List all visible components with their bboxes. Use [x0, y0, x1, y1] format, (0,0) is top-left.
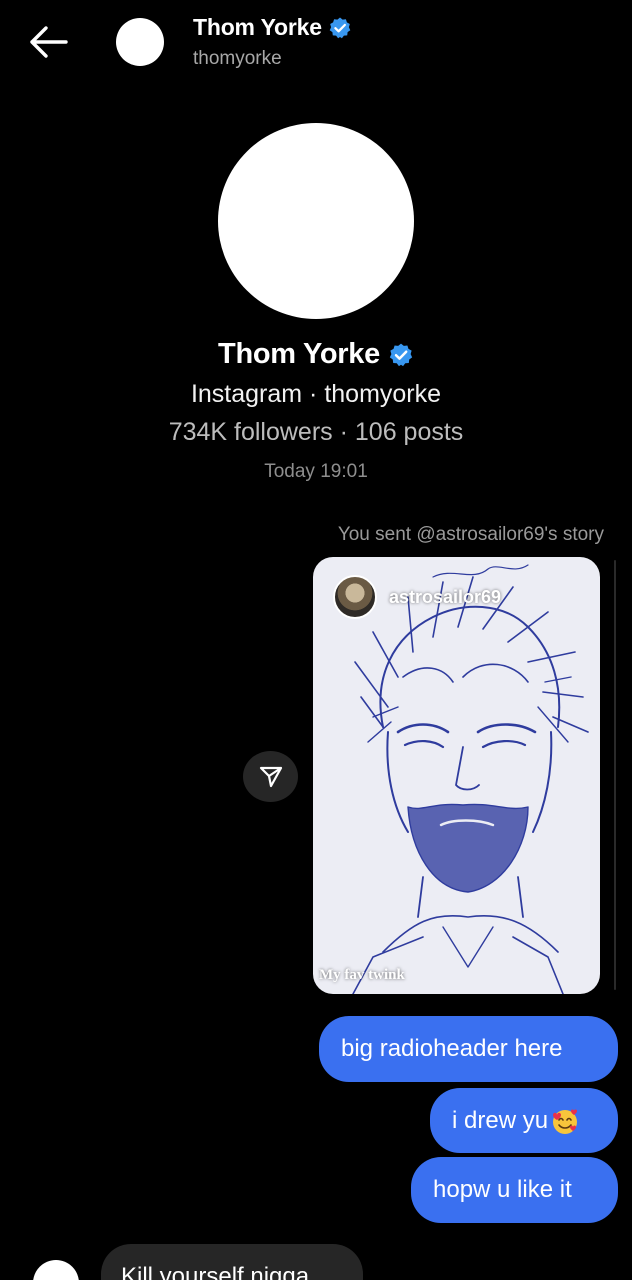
message-text: Kill yourself nigga [121, 1263, 310, 1280]
smiling-face-with-hearts-icon [553, 1109, 578, 1134]
story-user-avatar [333, 575, 377, 619]
message-bubble-outgoing[interactable]: hopw u like it [411, 1157, 618, 1223]
profile-title: Thom Yorke [0, 338, 632, 371]
dm-thread-screen: Thom Yorke thomyorke Thom Yorke Instagra… [0, 0, 632, 1280]
shared-story-card[interactable]: astrosailor69 My fav twink [313, 557, 600, 994]
thread-scrollbar[interactable] [614, 560, 616, 990]
pen-sketch-portrait [352, 564, 589, 994]
story-text-overlay: My fav twink [319, 967, 405, 983]
header-title[interactable]: Thom Yorke [193, 14, 352, 41]
profile-stats: 734K followers · 106 posts [168, 418, 464, 446]
message-timestamp: Today 19:01 [264, 461, 368, 482]
verified-badge-icon [329, 17, 351, 38]
message-text: hopw u like it [433, 1176, 572, 1203]
header-name: Thom Yorke [193, 14, 322, 40]
message-bubble-outgoing[interactable]: big radioheader here [319, 1016, 618, 1082]
arrow-left-icon [30, 26, 68, 58]
profile-name: Thom Yorke [218, 338, 380, 370]
forward-story-button[interactable] [243, 751, 298, 802]
story-username: astrosailor69 [389, 587, 502, 607]
message-text: i drew yu [452, 1106, 549, 1134]
verified-badge-icon [389, 343, 413, 366]
message-text: big radioheader here [341, 1035, 563, 1062]
story-share-caption: You sent @astrosailor69's story [337, 524, 604, 545]
message-bubble-incoming[interactable]: Kill yourself nigga [101, 1244, 363, 1280]
message-bubble-outgoing[interactable]: i drew yu [430, 1088, 618, 1153]
profile-avatar[interactable] [218, 123, 414, 319]
header-handle: thomyorke [193, 48, 282, 69]
sender-avatar[interactable] [33, 1260, 79, 1280]
back-button[interactable] [26, 22, 72, 62]
header-avatar[interactable] [116, 18, 164, 66]
profile-source: Instagram · thomyorke [190, 380, 442, 408]
send-icon [259, 766, 282, 787]
